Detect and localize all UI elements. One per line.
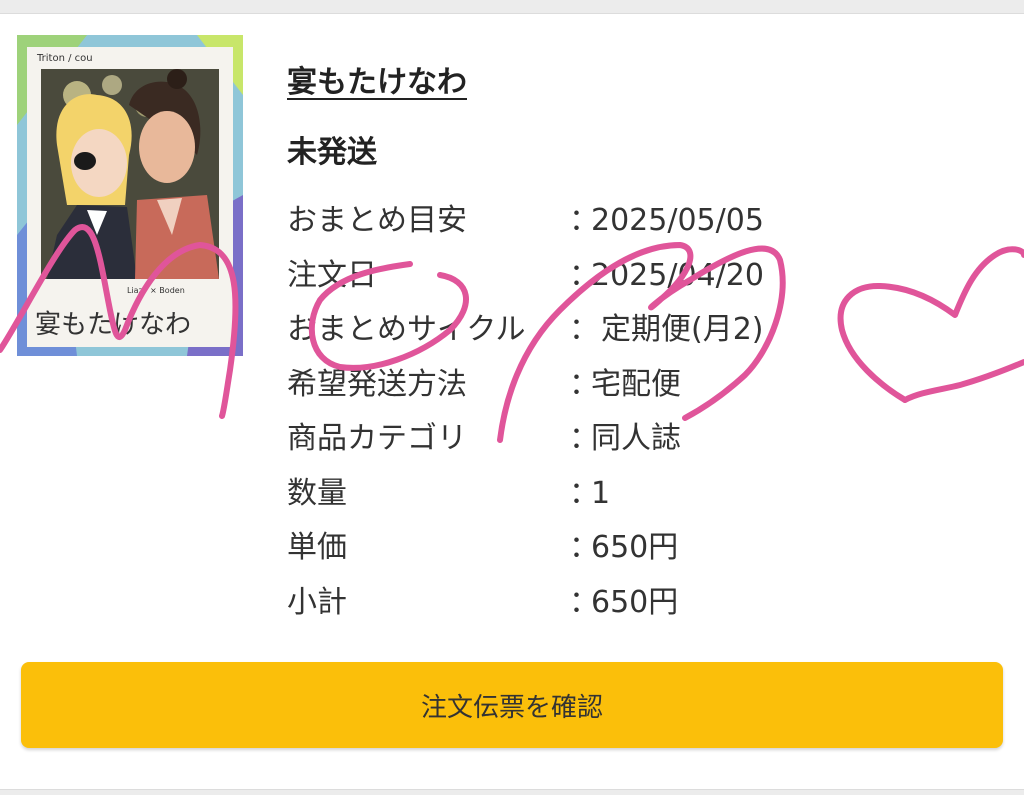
detail-label: おまとめ目安	[287, 203, 467, 238]
detail-value: 650円	[591, 584, 679, 620]
detail-colon: ：	[569, 312, 599, 347]
detail-value: 650円	[591, 530, 679, 565]
detail-label: 単価	[287, 530, 347, 565]
order-item-card: Triton / cou Liazy × Boden 宴もたけなわ 宴もたけなわ…	[0, 13, 1024, 790]
detail-label: 小計	[287, 584, 347, 620]
cover-credit-text: Liazy × Boden	[127, 286, 185, 295]
detail-label: 希望発送方法	[287, 366, 467, 402]
detail-value: 1	[591, 475, 611, 511]
detail-label: 数量	[287, 475, 347, 511]
detail-label: おまとめサイクル	[287, 312, 526, 347]
detail-label: 商品カテゴリ	[287, 421, 467, 456]
product-title-link[interactable]: 宴もたけなわ	[287, 57, 467, 101]
product-cover-image[interactable]: Triton / cou Liazy × Boden 宴もたけなわ	[17, 35, 243, 356]
confirm-order-slip-button[interactable]: 注文伝票を確認	[21, 662, 1003, 748]
cover-title-text: 宴もたけなわ	[35, 310, 191, 340]
detail-label: 注文日	[287, 257, 377, 293]
detail-value: 同人誌	[591, 421, 681, 456]
cover-illustration: Triton / cou Liazy × Boden 宴もたけなわ	[17, 35, 243, 356]
detail-value: 2025/04/20	[591, 257, 764, 293]
cover-top-text: Triton / cou	[36, 53, 93, 64]
shipping-status: 未発送	[287, 135, 377, 170]
detail-value: 2025/05/05	[591, 203, 764, 238]
detail-value: 宅配便	[591, 366, 681, 402]
detail-value: 定期便(月2)	[601, 312, 764, 347]
